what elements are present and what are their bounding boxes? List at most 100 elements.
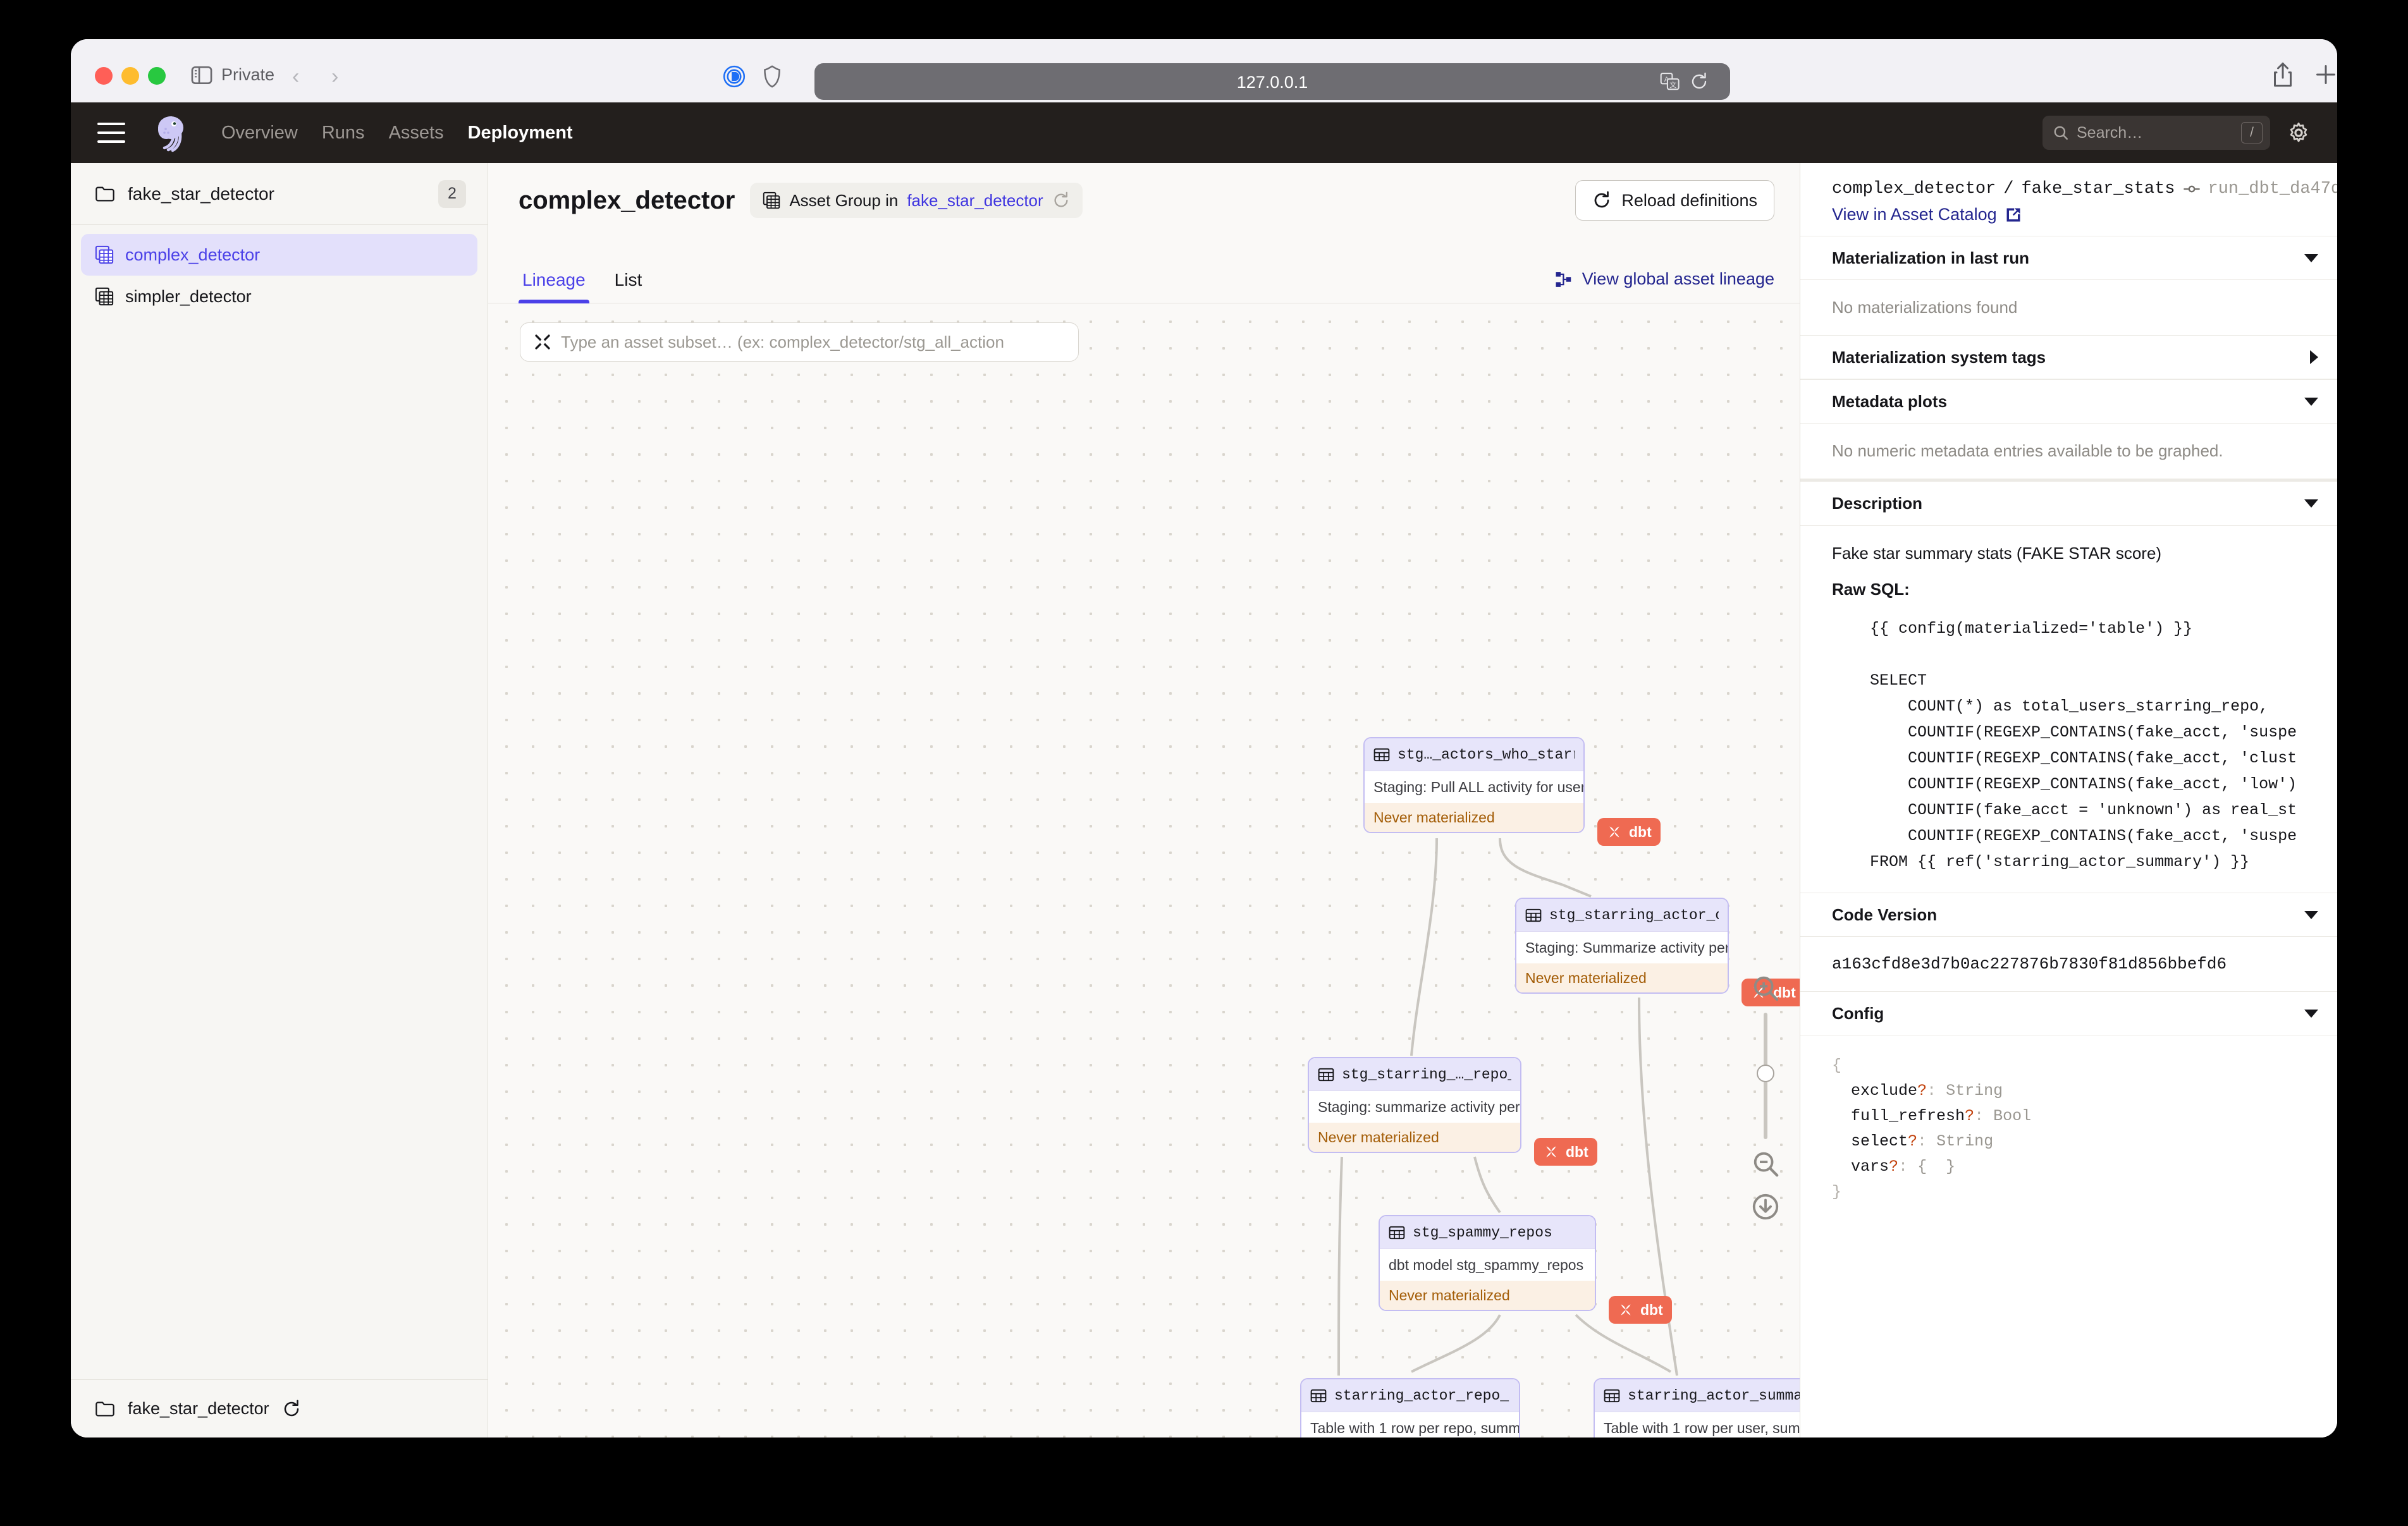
section-header-materialization-system-tags[interactable]: Materialization system tags	[1800, 335, 2337, 379]
url-text: 127.0.0.1	[814, 73, 1730, 92]
section-body-config: { exclude?: String full_refresh?: Bool s…	[1800, 1035, 2337, 1223]
private-browsing-label: Private	[221, 65, 274, 85]
app-body: fake_star_detector 2 complex_detector	[71, 163, 2337, 1437]
browser-titlebar: Private ‹ › 127.0.0.1 A 文	[71, 39, 2337, 102]
reader-mode-icon[interactable]	[722, 64, 746, 89]
window-minimize-button[interactable]	[121, 67, 139, 85]
global-search-placeholder: Search…	[2077, 124, 2233, 142]
reload-icon[interactable]	[282, 1400, 301, 1419]
nav-item-overview[interactable]: Overview	[221, 123, 298, 143]
new-tab-icon[interactable]	[2314, 63, 2337, 86]
lineage-node-stg-spammy-repos[interactable]: stg_spammy_repos dbt model stg_spammy_re…	[1379, 1215, 1596, 1311]
details-breadcrumb: complex_detector / fake_star_stats run_d…	[1832, 180, 2318, 198]
node-header: stg_spammy_repos	[1380, 1216, 1595, 1249]
asset-group-chip-link[interactable]: fake_star_detector	[907, 191, 1043, 211]
share-icon[interactable]	[2271, 62, 2294, 87]
section-title: Code Version	[1832, 905, 1937, 925]
details-run-name[interactable]: run_dbt_da47d	[2208, 180, 2338, 198]
browser-forward-button[interactable]: ›	[331, 64, 338, 89]
node-description: Table with 1 row per repo, summarizi…	[1301, 1412, 1519, 1437]
lineage-node-stg-starring-repo-clusters[interactable]: stg_starring_…_repo_clusters Staging: su…	[1308, 1057, 1521, 1153]
section-header-code-version[interactable]: Code Version	[1800, 893, 2337, 937]
nav-item-assets[interactable]: Assets	[389, 123, 444, 143]
window-maximize-button[interactable]	[148, 67, 166, 85]
view-global-asset-lineage-link[interactable]: View global asset lineage	[1554, 269, 1774, 303]
node-header: starring_actor_summary	[1595, 1379, 1800, 1412]
asset-group-chip[interactable]: Asset Group in fake_star_detector	[750, 183, 1082, 218]
header-right-group: Search… /	[2042, 116, 2311, 150]
lineage-node-stg-starring-actor-overlap[interactable]: stg_starring_actor_overlap Staging: Summ…	[1515, 898, 1729, 994]
gear-icon[interactable]	[2287, 121, 2311, 145]
nav-item-runs[interactable]: Runs	[322, 123, 365, 143]
nav-item-deployment[interactable]: Deployment	[468, 123, 573, 143]
section-title: Description	[1832, 494, 1922, 513]
zoom-to-fit-icon[interactable]	[1751, 1192, 1780, 1221]
lineage-canvas[interactable]: 0:27 Materialize selected	[488, 303, 1800, 1437]
reload-icon	[1592, 191, 1611, 210]
asset-subset-input[interactable]	[561, 333, 1066, 352]
sidebar-item-simpler-detector[interactable]: simpler_detector	[81, 276, 477, 317]
window-close-button[interactable]	[95, 67, 113, 85]
reload-icon[interactable]	[1052, 192, 1070, 209]
url-bar[interactable]: 127.0.0.1 A 文	[814, 63, 1730, 100]
zoom-out-icon[interactable]	[1751, 1149, 1780, 1178]
table-icon	[1389, 1224, 1405, 1241]
node-status: Never materialized	[1365, 803, 1583, 832]
asset-group-icon	[95, 245, 114, 264]
description-text: Fake star summary stats (FAKE STAR score…	[1832, 544, 2318, 563]
lineage-node-starring-actor-repo-summary[interactable]: starring_actor_repo_summary Table with 1…	[1300, 1378, 1520, 1437]
folder-icon	[95, 186, 115, 202]
breadcrumb-asset[interactable]: fake_star_stats	[2021, 180, 2175, 198]
section-title: Materialization in last run	[1832, 248, 2029, 268]
global-search-button[interactable]: Search… /	[2042, 116, 2270, 150]
dagster-logo-icon[interactable]	[152, 113, 192, 153]
lineage-graph-icon	[1554, 270, 1573, 289]
dbt-badge: dbt	[1534, 1138, 1597, 1166]
tab-list[interactable]: List	[611, 270, 646, 303]
section-header-config[interactable]: Config	[1800, 991, 2337, 1035]
node-title: stg…_actors_who_starred_repo	[1398, 747, 1575, 763]
dbt-badge: dbt	[1597, 818, 1661, 846]
sidebar-repository-count: 2	[438, 180, 466, 208]
left-sidebar: fake_star_detector 2 complex_detector	[71, 163, 488, 1437]
zoom-in-icon[interactable]	[1751, 974, 1780, 1003]
node-title: stg_starring_actor_overlap	[1549, 907, 1719, 924]
reload-icon[interactable]	[1690, 71, 1709, 92]
privacy-shield-icon[interactable]	[761, 64, 783, 89]
zoom-slider[interactable]	[1764, 1013, 1767, 1139]
table-icon	[1525, 907, 1542, 924]
chevron-down-icon	[2304, 499, 2318, 508]
search-icon	[2053, 125, 2069, 141]
asset-details-panel: complex_detector / fake_star_stats run_d…	[1800, 163, 2337, 1437]
section-header-description[interactable]: Description	[1800, 482, 2337, 526]
chevron-right-icon	[2310, 350, 2318, 364]
sidebar-asset-group-list: complex_detector simpler_detector	[71, 225, 488, 317]
sidebar-toggle-icon[interactable]	[190, 63, 214, 87]
no-materializations-text: No materializations found	[1832, 298, 2318, 317]
main-column: complex_detector Asset Group in fake_sta…	[488, 163, 1800, 1437]
tab-lineage[interactable]: Lineage	[519, 270, 589, 303]
lineage-node-starring-actor-summary[interactable]: starring_actor_summary Table with 1 row …	[1594, 1378, 1800, 1437]
raw-sql-code: {{ config(materialized='table') }} SELEC…	[1832, 616, 2318, 875]
section-header-metadata-plots[interactable]: Metadata plots	[1800, 379, 2337, 424]
menu-hamburger-icon[interactable]	[97, 123, 125, 143]
dbt-icon	[1543, 1144, 1559, 1160]
zoom-slider-knob[interactable]	[1757, 1065, 1774, 1082]
browser-back-button[interactable]: ‹	[292, 64, 299, 89]
translate-icon[interactable]: A 文	[1659, 72, 1681, 91]
breadcrumb-group[interactable]: complex_detector	[1832, 180, 1996, 198]
details-header: complex_detector / fake_star_stats run_d…	[1800, 163, 2337, 236]
section-header-materialization-last-run[interactable]: Materialization in last run	[1800, 236, 2337, 280]
code-version-value: a163cfd8e3d7b0ac227876b7830f81d856bbefd6	[1832, 955, 2318, 974]
svg-text:文: 文	[1669, 80, 1676, 89]
reload-definitions-button[interactable]: Reload definitions	[1575, 180, 1774, 221]
view-in-asset-catalog-link[interactable]: View in Asset Catalog	[1832, 205, 2318, 224]
node-title: stg_spammy_repos	[1413, 1224, 1552, 1241]
asset-subset-search-wrap[interactable]	[520, 322, 1079, 362]
sidebar-item-complex-detector[interactable]: complex_detector	[81, 234, 477, 276]
section-body-description: Fake star summary stats (FAKE STAR score…	[1800, 526, 2337, 893]
lineage-node-stg-actors-who-starred-repo[interactable]: stg…_actors_who_starred_repo Staging: Pu…	[1363, 737, 1585, 833]
section-body-materialization-last-run: No materializations found	[1800, 280, 2337, 335]
node-header: stg…_actors_who_starred_repo	[1365, 738, 1583, 771]
sidebar-repository-row[interactable]: fake_star_detector 2	[71, 163, 488, 225]
